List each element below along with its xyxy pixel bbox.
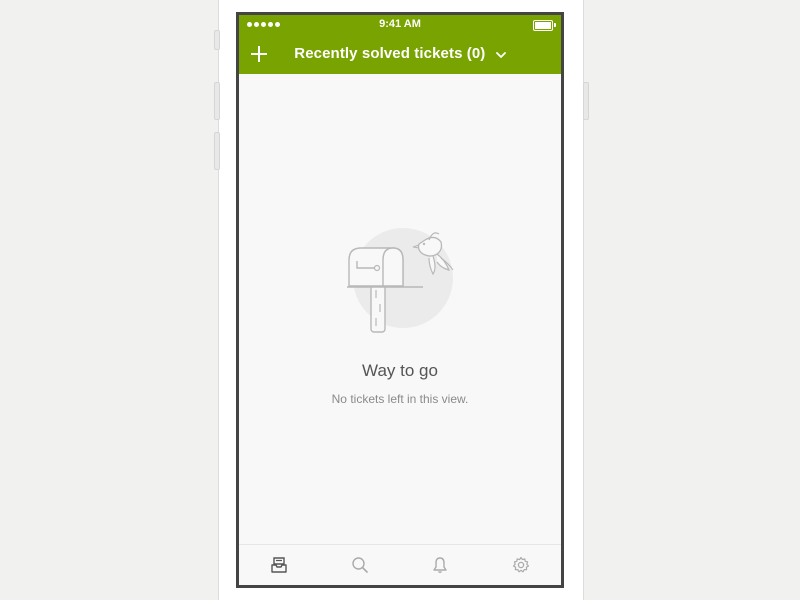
- tab-inbox[interactable]: [239, 545, 320, 585]
- view-title: Recently solved tickets (0): [294, 45, 486, 62]
- chevron-down-icon: [495, 46, 506, 63]
- tab-settings[interactable]: [481, 545, 562, 585]
- phone-volume-up-button: [214, 82, 220, 120]
- phone-screen: 9:41 AM Recently solved tickets (0) Way …: [236, 12, 564, 588]
- status-bar: 9:41 AM: [239, 15, 561, 35]
- search-icon: [351, 556, 369, 579]
- bell-icon: [431, 556, 449, 579]
- empty-state-title: Way to go: [362, 361, 438, 380]
- tab-search[interactable]: [320, 545, 401, 585]
- mailbox-bird-illustration: [345, 228, 461, 343]
- view-selector[interactable]: Recently solved tickets (0): [239, 45, 561, 63]
- gear-icon: [512, 556, 530, 579]
- tab-notifications[interactable]: [400, 545, 481, 585]
- top-bar: 9:41 AM Recently solved tickets (0): [239, 15, 561, 74]
- status-time: 9:41 AM: [379, 18, 421, 30]
- battery-icon: [533, 20, 556, 31]
- phone-power-button: [583, 82, 589, 120]
- phone-volume-down-button: [214, 132, 220, 170]
- tab-bar: [239, 544, 562, 585]
- empty-state-subtitle: No tickets left in this view.: [331, 392, 469, 406]
- inbox-icon: [270, 556, 288, 579]
- empty-state: Way to go No tickets left in this view.: [239, 74, 561, 544]
- phone-side-button: [214, 30, 220, 50]
